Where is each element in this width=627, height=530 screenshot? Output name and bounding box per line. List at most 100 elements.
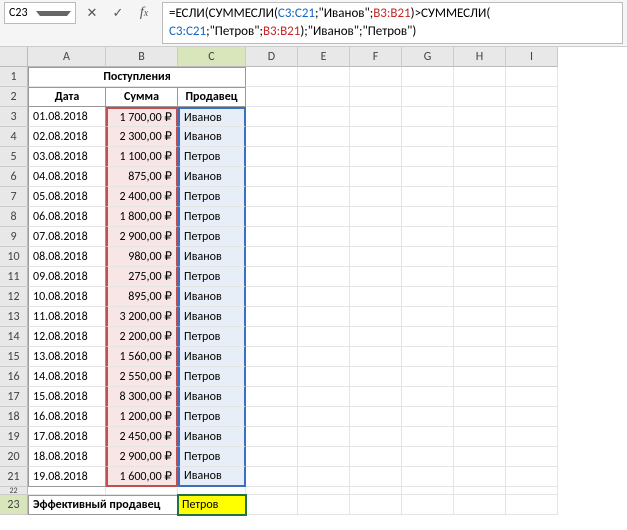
cell[interactable] xyxy=(454,487,506,495)
cell[interactable] xyxy=(454,247,506,267)
cell[interactable] xyxy=(246,287,298,307)
cell[interactable] xyxy=(506,495,558,515)
cell[interactable] xyxy=(298,87,350,107)
cell[interactable] xyxy=(298,187,350,207)
cell-sum[interactable]: 8 300,00 ₽ xyxy=(106,387,178,407)
cell[interactable] xyxy=(402,387,454,407)
cell[interactable] xyxy=(454,427,506,447)
formula-input[interactable]: =ЕСЛИ(СУММЕСЛИ(C3:C21;"Иванов";B3:B21)>С… xyxy=(162,2,623,44)
cell[interactable] xyxy=(350,327,402,347)
cell[interactable] xyxy=(506,447,558,467)
cell[interactable] xyxy=(454,147,506,167)
cell[interactable] xyxy=(506,367,558,387)
col-header[interactable]: E xyxy=(298,47,350,67)
cell-sum[interactable]: 1 200,00 ₽ xyxy=(106,407,178,427)
cell[interactable] xyxy=(402,367,454,387)
row-header[interactable]: 21 xyxy=(0,467,28,487)
col-header[interactable]: B xyxy=(106,47,178,67)
cell[interactable] xyxy=(350,367,402,387)
cell[interactable] xyxy=(506,287,558,307)
cell[interactable] xyxy=(298,147,350,167)
cell[interactable] xyxy=(402,207,454,227)
cell[interactable] xyxy=(506,307,558,327)
chevron-down-icon[interactable] xyxy=(36,11,71,16)
cell[interactable] xyxy=(246,407,298,427)
cell[interactable] xyxy=(454,287,506,307)
cell[interactable] xyxy=(298,247,350,267)
cell-date[interactable]: 05.08.2018 xyxy=(28,187,106,207)
cell[interactable] xyxy=(454,107,506,127)
cell-date[interactable]: 08.08.2018 xyxy=(28,247,106,267)
row-header[interactable]: 20 xyxy=(0,447,28,467)
cell-date[interactable]: 10.08.2018 xyxy=(28,287,106,307)
cell[interactable] xyxy=(506,87,558,107)
cell-sum[interactable]: 2 550,00 ₽ xyxy=(106,367,178,387)
cell[interactable] xyxy=(506,247,558,267)
cell-sum[interactable]: 1 100,00 ₽ xyxy=(106,147,178,167)
row-header[interactable]: 14 xyxy=(0,327,28,347)
cell[interactable] xyxy=(350,67,402,87)
cell[interactable] xyxy=(454,307,506,327)
cell[interactable] xyxy=(402,287,454,307)
cell[interactable] xyxy=(506,147,558,167)
cell[interactable] xyxy=(350,387,402,407)
cell-sum[interactable]: 2 900,00 ₽ xyxy=(106,447,178,467)
cell[interactable] xyxy=(454,127,506,147)
row-header[interactable]: 9 xyxy=(0,227,28,247)
cell[interactable] xyxy=(350,447,402,467)
cell[interactable] xyxy=(454,447,506,467)
row-header[interactable]: 1 xyxy=(0,67,28,87)
cell[interactable] xyxy=(246,147,298,167)
cell[interactable] xyxy=(402,187,454,207)
cell[interactable] xyxy=(350,287,402,307)
cell[interactable] xyxy=(246,87,298,107)
col-header[interactable]: C xyxy=(178,47,246,67)
cell-seller[interactable]: Иванов xyxy=(178,427,246,447)
enter-icon[interactable]: ✓ xyxy=(106,2,130,24)
row-header[interactable]: 12 xyxy=(0,287,28,307)
cell[interactable] xyxy=(506,467,558,487)
cell[interactable] xyxy=(454,407,506,427)
cell[interactable] xyxy=(454,207,506,227)
cell[interactable] xyxy=(402,487,454,495)
cell[interactable] xyxy=(402,307,454,327)
title-cell[interactable]: Поступления xyxy=(28,67,246,87)
cell[interactable] xyxy=(402,227,454,247)
cell[interactable] xyxy=(350,467,402,487)
cell[interactable] xyxy=(246,247,298,267)
cell[interactable] xyxy=(506,387,558,407)
cell[interactable] xyxy=(402,347,454,367)
cell[interactable] xyxy=(506,427,558,447)
cell[interactable] xyxy=(298,407,350,427)
cell[interactable] xyxy=(454,467,506,487)
cell[interactable] xyxy=(298,427,350,447)
cell[interactable] xyxy=(350,307,402,327)
cell[interactable] xyxy=(350,495,402,515)
cell-sum[interactable]: 2 400,00 ₽ xyxy=(106,187,178,207)
cell-seller[interactable]: Иванов xyxy=(178,167,246,187)
cell-seller[interactable]: Петров xyxy=(178,267,246,287)
cell-seller[interactable]: Петров xyxy=(178,147,246,167)
cell-date[interactable]: 13.08.2018 xyxy=(28,347,106,367)
cell[interactable] xyxy=(246,207,298,227)
cell[interactable] xyxy=(350,227,402,247)
cell-seller[interactable]: Иванов xyxy=(178,467,246,487)
cell-date[interactable]: 01.08.2018 xyxy=(28,107,106,127)
row-header[interactable]: 6 xyxy=(0,167,28,187)
cell-sum[interactable]: 275,00 ₽ xyxy=(106,267,178,287)
row-header[interactable]: 2 xyxy=(0,87,28,107)
cell-sum[interactable]: 1 700,00 ₽ xyxy=(106,107,178,127)
row-header[interactable]: 23 xyxy=(0,495,28,515)
cell[interactable] xyxy=(454,87,506,107)
cell[interactable] xyxy=(350,207,402,227)
row-header[interactable]: 8 xyxy=(0,207,28,227)
cell-sum[interactable]: 1 800,00 ₽ xyxy=(106,207,178,227)
cell[interactable] xyxy=(454,327,506,347)
row-header[interactable]: 3 xyxy=(0,107,28,127)
cell[interactable] xyxy=(246,327,298,347)
cell[interactable] xyxy=(246,227,298,247)
row-header[interactable]: 5 xyxy=(0,147,28,167)
cell[interactable] xyxy=(298,67,350,87)
cell-date[interactable]: 19.08.2018 xyxy=(28,467,106,487)
cell[interactable] xyxy=(454,227,506,247)
